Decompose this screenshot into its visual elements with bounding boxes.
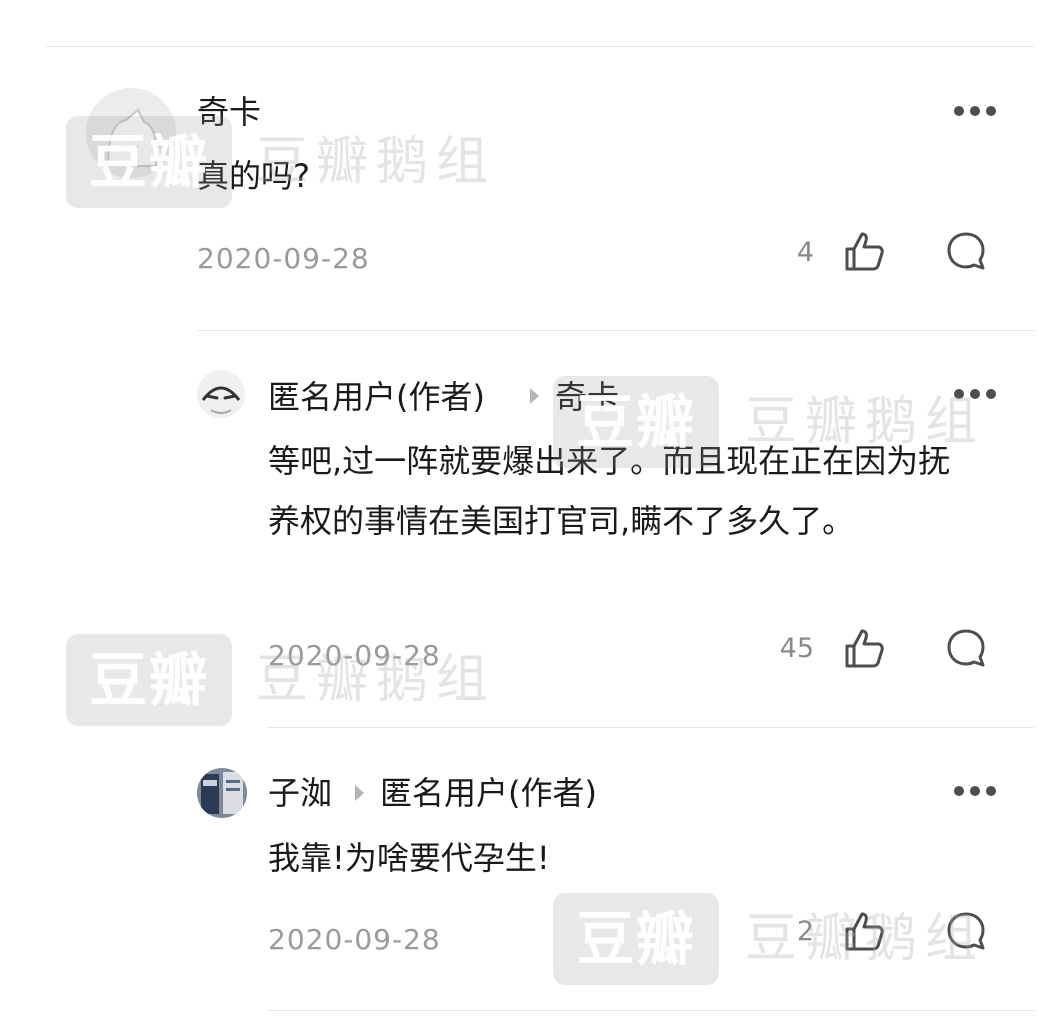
top-divider (46, 46, 1034, 47)
reply-arrow-icon (530, 388, 539, 404)
more-dots-icon[interactable] (954, 786, 996, 796)
thumbs-up-icon[interactable] (843, 627, 885, 669)
reply-arrow-icon (355, 785, 364, 801)
photo-avatar-icon (197, 768, 247, 818)
avatar[interactable] (197, 768, 247, 818)
douban-watermark-text: 豆瓣鹅组 (256, 650, 497, 710)
speech-bubble-icon[interactable] (945, 230, 987, 272)
more-dots-icon[interactable] (954, 106, 996, 116)
anonymous-face-avatar-icon (197, 370, 245, 418)
douban-watermark-text: 豆瓣鹅组 (256, 132, 497, 192)
comment-divider (268, 727, 1034, 728)
comment-divider (268, 1010, 1034, 1011)
speech-bubble-icon[interactable] (945, 627, 987, 669)
douban-watermark-logo: 豆瓣 (553, 893, 719, 985)
comment-content: 我靠!为啥要代孕生! (268, 839, 550, 877)
reply-to-author[interactable]: 匿名用户(作者) (380, 777, 597, 809)
comment-date: 2020-09-28 (197, 242, 370, 275)
douban-watermark-text: 豆瓣鹅组 (745, 392, 986, 452)
douban-watermark-logo: 豆瓣 (66, 116, 232, 208)
thumbs-up-icon[interactable] (843, 230, 885, 272)
avatar[interactable] (197, 370, 245, 418)
comment-author[interactable]: 匿名用户(作者) (268, 381, 485, 413)
comment-divider (197, 330, 1034, 331)
like-count: 4 (796, 237, 814, 268)
douban-watermark-logo: 豆瓣 (553, 376, 719, 468)
like-count: 45 (779, 633, 814, 664)
douban-watermark-text: 豆瓣鹅组 (745, 909, 986, 969)
comment-date: 2020-09-28 (268, 923, 441, 956)
comment-author[interactable]: 子洳 (268, 777, 332, 809)
douban-watermark-logo: 豆瓣 (66, 634, 232, 726)
